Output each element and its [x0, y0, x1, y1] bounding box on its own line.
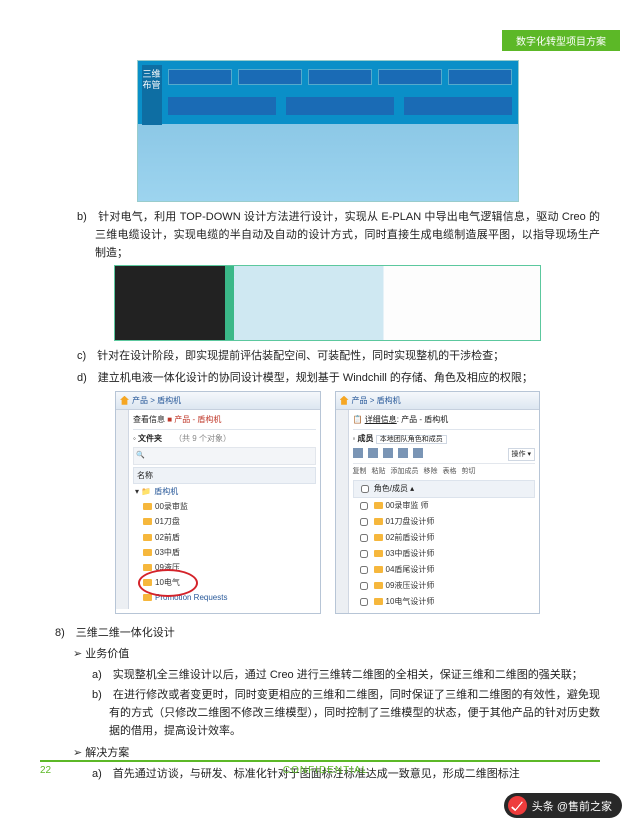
para-bv-a: a) 实现整机全三维设计以后，通过 Creo 进行三维转二维图的全相关，保证三维…: [55, 666, 600, 684]
page-header: 数字化转型项目方案: [502, 30, 620, 51]
figure-windchill-panes: 产品 > 盾构机 查看信息 ■ 产品 - 盾构机 ◦ 文件夹（共 9 个对象） …: [115, 391, 540, 614]
figure-label: 三维布管: [142, 65, 162, 125]
page-number: 22: [40, 765, 51, 776]
para-b: b) 针对电气，利用 TOP-DOWN 设计方法进行设计，实现从 E-PLAN …: [55, 208, 600, 262]
toolbar-icon[interactable]: [413, 448, 423, 458]
document-page: 数字化转型项目方案 三维布管 b) 针对电气，利用 TOP-DOWN 设计方法进…: [0, 0, 640, 828]
figure-electrical: 电气原理图: [114, 265, 541, 341]
para-c: c) 针对在设计阶段，即实现提前评估装配空间、可装配性，同时实现整机的干涉检查；: [55, 347, 600, 365]
figure-label: 电气原理图: [225, 272, 236, 316]
column-header: 名称: [133, 467, 316, 484]
para-d: d) 建立机电液一体化设计的协同设计模型，规划基于 Windchill 的存储、…: [55, 369, 600, 387]
page-content: 三维布管 b) 针对电气，利用 TOP-DOWN 设计方法进行设计，实现从 E-…: [0, 0, 640, 783]
confidential-label: CONFIDENTIAL: [40, 765, 600, 776]
toolbar-icon[interactable]: [368, 448, 378, 458]
section-heading: 8) 三维二维一体化设计: [55, 624, 600, 642]
subheading-business-value: 业务价值: [55, 645, 600, 663]
pane-sidebar: [336, 410, 349, 613]
page-footer: 22 CONFIDENTIAL: [40, 760, 600, 776]
pane-right: 产品 > 盾构机 📋 详细信息: 产品 - 盾构机 ◦ 成员 本地团队角色和成员…: [335, 391, 541, 614]
watermark: 头条 @售前之家: [504, 793, 622, 818]
scope-select[interactable]: 本地团队角色和成员: [376, 435, 447, 444]
toolbar: 操作 ▾: [353, 446, 536, 465]
pane-sidebar: [116, 410, 129, 609]
para-bv-b: b) 在进行修改或者变更时，同时变更相应的三维和二维图，同时保证了三维和二维图的…: [55, 686, 600, 740]
ops-dropdown[interactable]: 操作 ▾: [508, 448, 535, 462]
home-icon: [340, 396, 349, 405]
subheading-solution: 解决方案: [55, 744, 600, 762]
figure-3d-piping: 三维布管: [137, 60, 519, 202]
toolbar-icon[interactable]: [398, 448, 408, 458]
pane-left: 产品 > 盾构机 查看信息 ■ 产品 - 盾构机 ◦ 文件夹（共 9 个对象） …: [115, 391, 321, 614]
watermark-icon: [508, 796, 527, 815]
toolbar-icon[interactable]: [383, 448, 393, 458]
pane-breadcrumb: 产品 > 盾构机: [116, 392, 320, 410]
pane-breadcrumb: 产品 > 盾构机: [336, 392, 540, 410]
home-icon: [120, 396, 129, 405]
toolbar-icon[interactable]: [353, 448, 363, 458]
search-row[interactable]: 🔍: [133, 447, 316, 465]
select-all[interactable]: [361, 485, 369, 493]
highlight-circle: [138, 569, 198, 597]
